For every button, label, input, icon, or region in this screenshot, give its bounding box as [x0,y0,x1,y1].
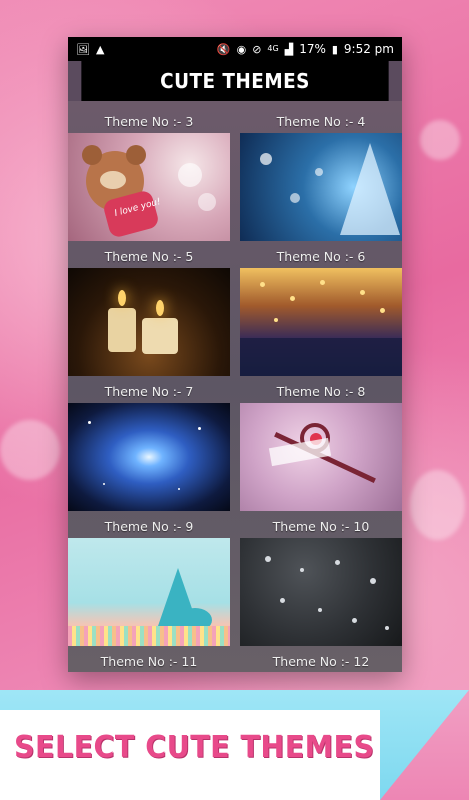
theme-label: Theme No :- 11 [100,654,198,669]
app-bar-title: CUTE THEMES [81,61,389,101]
network-label: 4G [267,44,279,53]
christmas-tree-thumbnail[interactable] [240,133,402,241]
battery-icon: ▮ [331,42,338,56]
block-icon: ⊘ [252,42,262,56]
theme-label: Theme No :- 5 [104,249,194,264]
banner-text: SELECT CUTE THEMES [14,730,375,765]
warning-icon: ▲ [95,42,105,56]
circle-icon: ◉ [236,42,247,56]
theme-card-4[interactable]: Theme No :- 4 [240,111,402,241]
theme-card-12[interactable]: Theme No :- 12 [240,651,402,672]
theme-card-9[interactable]: Theme No :- 9 [68,516,230,646]
theme-card-11[interactable]: Theme No :- 11 [68,651,230,672]
party-hat-thumbnail[interactable] [68,538,230,646]
theme-card-6[interactable]: Theme No :- 6 [240,246,402,376]
battery-percent: 17% [299,42,326,56]
water-drops-thumbnail[interactable] [240,538,402,646]
bokeh-decoration [0,420,60,480]
theme-label: Theme No :- 4 [276,114,366,129]
status-bar: 🖼 ▲ 🔇 ◉ ⊘ 4G ▟ 17% ▮ 9:52 pm [68,37,402,61]
galaxy-thumbnail[interactable] [68,403,230,511]
teddy-bear-thumbnail[interactable]: I love you! [68,133,230,241]
theme-card-10[interactable]: Theme No :- 10 [240,516,402,646]
theme-label: Theme No :- 9 [104,519,194,534]
theme-card-5[interactable]: Theme No :- 5 [68,246,230,376]
bokeh-decoration [420,120,460,160]
theme-label: Theme No :- 6 [276,249,366,264]
theme-label: Theme No :- 8 [276,384,366,399]
mute-icon: 🔇 [216,42,231,56]
theme-card-8[interactable]: Theme No :- 8 [240,381,402,511]
theme-grid: Theme No :- 3 I love you! Theme No :- 4 [68,101,402,672]
phone-screen: 🖼 ▲ 🔇 ◉ ⊘ 4G ▟ 17% ▮ 9:52 pm CUTE THEMES… [68,37,402,672]
theme-card-3[interactable]: Theme No :- 3 I love you! [68,111,230,241]
signal-icon: ▟ [284,42,294,56]
theme-label: Theme No :- 3 [104,114,194,129]
lanterns-thumbnail[interactable] [240,268,402,376]
clock: 9:52 pm [343,42,394,56]
theme-card-7[interactable]: Theme No :- 7 [68,381,230,511]
theme-label: Theme No :- 10 [272,519,370,534]
promo-banner: SELECT CUTE THEMES [0,690,469,800]
bokeh-decoration [410,470,465,540]
candles-thumbnail[interactable] [68,268,230,376]
theme-label: Theme No :- 12 [272,654,370,669]
theme-label: Theme No :- 7 [104,384,194,399]
image-icon: 🖼 [76,42,90,56]
key-heart-thumbnail[interactable] [240,403,402,511]
